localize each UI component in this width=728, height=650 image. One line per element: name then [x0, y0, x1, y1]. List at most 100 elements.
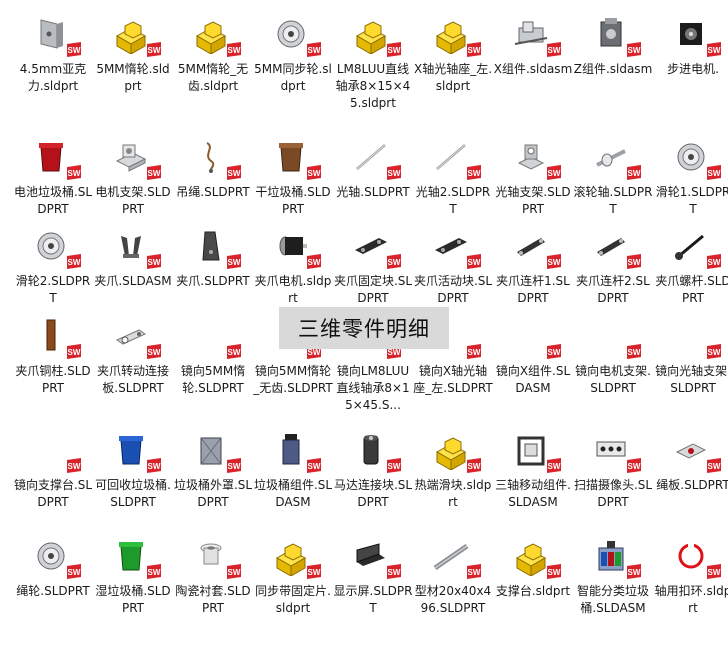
- file-item[interactable]: SW 滚轮轴.SLDPRT: [573, 137, 653, 218]
- file-thumbnail: SW: [29, 137, 81, 181]
- file-thumbnail: SW: [189, 226, 241, 270]
- file-item[interactable]: SW 支撑台.sldprt: [493, 536, 573, 600]
- file-item[interactable]: SW 马达连接块.SLDPRT: [333, 430, 413, 511]
- solidworks-icon: SW: [307, 254, 321, 269]
- file-item[interactable]: SW 轴用扣环.sldprt: [653, 536, 728, 617]
- svg-text:SW: SW: [388, 568, 401, 577]
- file-name: 垃圾桶外罩.SLDPRT: [173, 478, 253, 509]
- file-thumbnail: SW: [669, 316, 721, 360]
- solidworks-icon: SW: [307, 42, 321, 57]
- file-thumbnail: SW: [509, 430, 561, 474]
- file-item[interactable]: SW 扫描摄像头.SLDPRT: [573, 430, 653, 511]
- file-item[interactable]: SW LM8LUU直线轴承8×15×45.sldprt: [333, 14, 413, 112]
- svg-text:SW: SW: [228, 462, 241, 471]
- svg-text:SW: SW: [388, 348, 401, 357]
- file-item[interactable]: SW 垃圾桶组件.SLDASM: [253, 430, 333, 511]
- file-name: 马达连接块.SLDPRT: [333, 478, 413, 509]
- solidworks-icon: SW: [707, 165, 721, 180]
- file-item[interactable]: SW Z组件.sldasm: [573, 14, 653, 78]
- file-item[interactable]: SW 电机支架.SLDPRT: [93, 137, 173, 218]
- file-name: X组件.sldasm: [493, 62, 573, 76]
- file-item[interactable]: SW X组件.sldasm: [493, 14, 573, 78]
- solidworks-icon: SW: [147, 458, 161, 473]
- file-item[interactable]: SW 滑轮2.SLDPRT: [13, 226, 93, 307]
- file-name: 镜向X组件.SLDASM: [495, 364, 571, 395]
- file-name: 5MM同步轮.sldprt: [254, 62, 332, 93]
- file-thumbnail: SW: [509, 226, 561, 270]
- file-thumbnail: SW: [589, 14, 641, 58]
- file-item[interactable]: SW 镜向支撑台.SLDPRT: [13, 430, 93, 511]
- file-item[interactable]: SW 绳板.SLDPRT: [653, 430, 728, 494]
- solidworks-icon: SW: [67, 254, 81, 269]
- file-item[interactable]: SW 热端滑块.sldprt: [413, 430, 493, 511]
- solidworks-icon: SW: [227, 165, 241, 180]
- file-item[interactable]: SW 夹爪连杆1.SLDPRT: [493, 226, 573, 307]
- file-name: 湿垃圾桶.SLDPRT: [95, 584, 171, 615]
- file-item[interactable]: SW 型材20x40x496.SLDPRT: [413, 536, 493, 617]
- file-item[interactable]: SW 镜向光轴支架.SLDPRT: [653, 316, 728, 397]
- file-thumbnail: SW: [349, 536, 401, 580]
- file-item[interactable]: SW 智能分类垃圾桶.SLDASM: [573, 536, 653, 617]
- file-item[interactable]: SW 显示屏.SLDPRT: [333, 536, 413, 617]
- solidworks-icon: SW: [67, 458, 81, 473]
- file-item[interactable]: SW 光轴2.SLDPRT: [413, 137, 493, 218]
- file-item[interactable]: SW 镜向电机支架.SLDPRT: [573, 316, 653, 397]
- svg-text:SW: SW: [468, 462, 481, 471]
- solidworks-icon: SW: [307, 564, 321, 579]
- svg-text:SW: SW: [548, 169, 561, 178]
- solidworks-icon: SW: [147, 165, 161, 180]
- file-item[interactable]: SW 夹爪螺杆.SLDPRT: [653, 226, 728, 307]
- file-item[interactable]: SW 镜向5MM惰轮.SLDPRT: [173, 316, 253, 397]
- title-overlay: 三维零件明细: [279, 307, 449, 349]
- solidworks-icon: SW: [547, 254, 561, 269]
- file-item[interactable]: SW 步进电机.: [653, 14, 728, 78]
- file-name: 5MM惰轮_无齿.sldprt: [177, 62, 249, 93]
- file-thumbnail: SW: [349, 430, 401, 474]
- file-item[interactable]: SW 4.5mm亚克力.sldprt: [13, 14, 93, 95]
- svg-text:SW: SW: [468, 258, 481, 267]
- file-item[interactable]: SW 5MM惰轮.sldprt: [93, 14, 173, 95]
- svg-text:SW: SW: [228, 568, 241, 577]
- svg-text:SW: SW: [708, 169, 721, 178]
- solidworks-icon: SW: [467, 254, 481, 269]
- file-item[interactable]: SW 夹爪转动连接板.SLDPRT: [93, 316, 173, 397]
- file-item[interactable]: SW 夹爪.SLDASM: [93, 226, 173, 290]
- file-thumbnail: SW: [509, 536, 561, 580]
- file-item[interactable]: SW 绳轮.SLDPRT: [13, 536, 93, 600]
- file-item[interactable]: SW 光轴.SLDPRT: [333, 137, 413, 201]
- file-item[interactable]: SW 湿垃圾桶.SLDPRT: [93, 536, 173, 617]
- file-item[interactable]: SW 干垃圾桶.SLDPRT: [253, 137, 333, 218]
- file-item[interactable]: SW 陶瓷衬套.SLDPRT: [173, 536, 253, 617]
- file-item[interactable]: SW 三轴移动组件.SLDASM: [493, 430, 573, 511]
- file-item[interactable]: SW 夹爪电机.sldprt: [253, 226, 333, 307]
- file-item[interactable]: SW 夹爪.SLDPRT: [173, 226, 253, 290]
- file-item[interactable]: SW 电池垃圾桶.SLDPRT: [13, 137, 93, 218]
- file-item[interactable]: SW 5MM惰轮_无齿.sldprt: [173, 14, 253, 95]
- file-name: X轴光轴座_左.sldprt: [413, 62, 493, 93]
- file-item[interactable]: SW 滑轮1.SLDPRT: [653, 137, 728, 218]
- solidworks-icon: SW: [227, 254, 241, 269]
- solidworks-icon: SW: [67, 344, 81, 359]
- file-name: 镜向X轴光轴座_左.SLDPRT: [413, 364, 493, 395]
- file-item[interactable]: SW X轴光轴座_左.sldprt: [413, 14, 493, 95]
- file-thumbnail: SW: [269, 137, 321, 181]
- solidworks-icon: SW: [147, 344, 161, 359]
- svg-text:SW: SW: [548, 348, 561, 357]
- solidworks-icon: SW: [627, 458, 641, 473]
- file-name: 绳板.SLDPRT: [656, 478, 728, 492]
- file-item[interactable]: SW 夹爪铜柱.SLDPRT: [13, 316, 93, 397]
- svg-text:SW: SW: [468, 568, 481, 577]
- file-item[interactable]: SW 可回收垃圾桶.SLDPRT: [93, 430, 173, 511]
- file-thumbnail: SW: [269, 430, 321, 474]
- solidworks-icon: SW: [147, 564, 161, 579]
- file-item[interactable]: SW 夹爪连杆2.SLDPRT: [573, 226, 653, 307]
- file-item[interactable]: SW 夹爪活动块.SLDPRT: [413, 226, 493, 307]
- file-item[interactable]: SW 5MM同步轮.sldprt: [253, 14, 333, 95]
- file-item[interactable]: SW 夹爪固定块.SLDPRT: [333, 226, 413, 307]
- file-item[interactable]: SW 吊绳.SLDPRT: [173, 137, 253, 201]
- file-item[interactable]: SW 光轴支架.SLDPRT: [493, 137, 573, 218]
- file-item[interactable]: SW 同步带固定片.sldprt: [253, 536, 333, 617]
- file-item[interactable]: SW 垃圾桶外罩.SLDPRT: [173, 430, 253, 511]
- file-item[interactable]: SW 镜向X组件.SLDASM: [493, 316, 573, 397]
- file-name: 镜向5MM惰轮_无齿.SLDPRT: [253, 364, 333, 395]
